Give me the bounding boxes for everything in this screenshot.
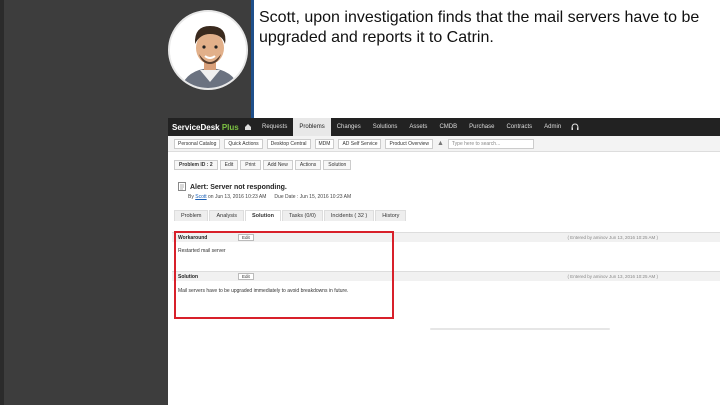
nav-admin[interactable]: Admin [538, 118, 567, 136]
search-input[interactable]: Type here to search... [447, 138, 534, 149]
requester-link[interactable]: Scott [195, 194, 206, 200]
solution-entered-by: ( Entered by aminov Jun 13, 2016 10:25 A… [567, 274, 658, 279]
print-button[interactable]: Print [240, 160, 261, 170]
top-navigation-bar: ServiceDesk Plus Requests Problems Chang… [168, 118, 720, 136]
problem-title: Alert: Server not responding. [190, 183, 287, 191]
home-icon[interactable] [240, 118, 256, 136]
left-accent-bar [0, 0, 4, 405]
tab-incidents[interactable]: Incidents ( 32 ) [323, 210, 375, 221]
tab-history[interactable]: History [375, 210, 407, 221]
tab-solution[interactable]: Solution [244, 210, 281, 221]
brand-main-text: ServiceDesk [172, 122, 220, 132]
problem-meta: By Scott on Jun 13, 2016 10:23 AM Due Da… [188, 194, 351, 200]
nav-requests[interactable]: Requests [256, 118, 293, 136]
actions-button[interactable]: Actions [294, 160, 322, 170]
created-date: on Jun 13, 2016 10:23 AM [208, 194, 267, 200]
quick-actions-button[interactable]: Quick Actions [224, 138, 263, 149]
document-icon [178, 178, 186, 196]
product-overview-button[interactable]: Product Overview [385, 138, 433, 149]
nav-problems[interactable]: Problems [293, 118, 331, 136]
nav-contracts[interactable]: Contracts [500, 118, 538, 136]
headset-icon[interactable] [567, 118, 583, 136]
due-date: Due Date : Jun 15, 2016 10:23 AM [274, 194, 352, 200]
nav-purchase[interactable]: Purchase [463, 118, 500, 136]
workaround-entered-by: ( Entered by aminov Jun 13, 2016 10:25 A… [567, 235, 658, 240]
tab-tasks[interactable]: Tasks (0/0) [281, 210, 323, 221]
blue-divider-line [251, 0, 254, 118]
brand-plus-text: Plus [221, 122, 239, 132]
tab-analysis[interactable]: Analysis [209, 210, 244, 221]
nav-cmdb[interactable]: CMDB [433, 118, 463, 136]
nav-assets[interactable]: Assets [403, 118, 433, 136]
brand-logo: ServiceDesk Plus [168, 123, 240, 132]
problem-action-bar: Problem ID : 2 Edit Print Add New Action… [174, 160, 352, 170]
problem-tabs: Problem Analysis Solution Tasks (0/0) In… [174, 210, 407, 221]
bell-icon[interactable]: ▲ [437, 140, 444, 147]
nav-changes[interactable]: Changes [331, 118, 367, 136]
slide-caption: Scott, upon investigation finds that the… [259, 9, 700, 46]
tab-problem[interactable]: Problem [174, 210, 209, 221]
solution-button[interactable]: Solution [323, 160, 352, 170]
ad-self-service-button[interactable]: AD Self Service [338, 138, 382, 149]
problem-id-label: Problem ID : 2 [174, 160, 218, 170]
avatar [168, 10, 248, 90]
by-label: By [188, 194, 194, 200]
mdm-button[interactable]: MDM [314, 138, 335, 149]
left-dark-panel [0, 0, 168, 405]
secondary-toolbar: Personal Catalog Quick Actions Desktop C… [168, 136, 720, 152]
add-new-button[interactable]: Add New [262, 160, 293, 170]
nav-solutions[interactable]: Solutions [367, 118, 404, 136]
desktop-central-button[interactable]: Desktop Central [266, 138, 311, 149]
edit-button[interactable]: Edit [219, 160, 239, 170]
shadow-line [430, 328, 610, 330]
highlight-box [174, 231, 394, 319]
personal-catalog-button[interactable]: Personal Catalog [174, 138, 221, 149]
